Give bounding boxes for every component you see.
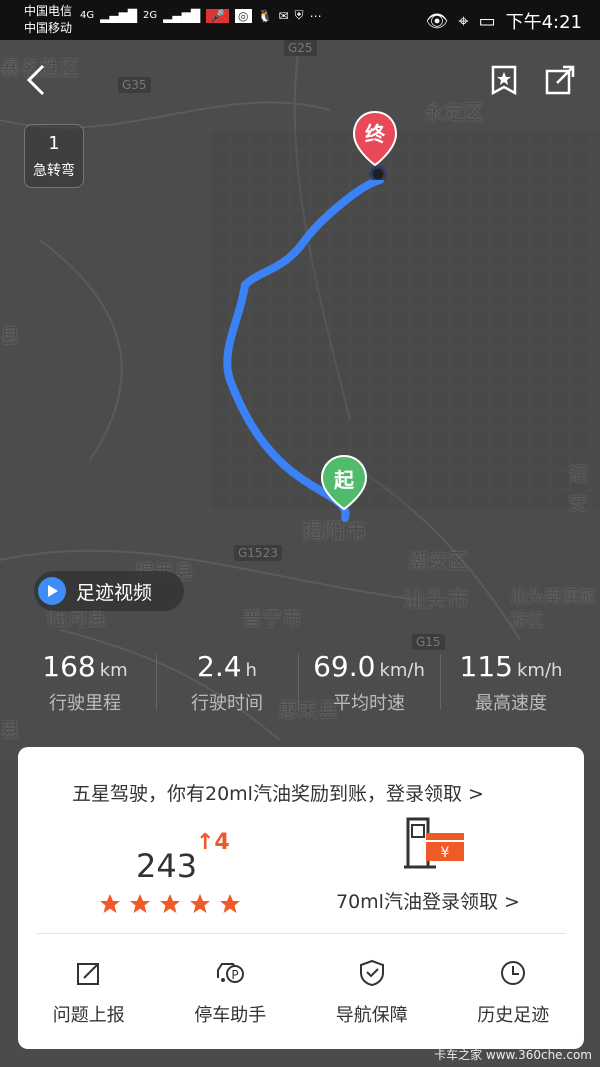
stat-unit: km/h xyxy=(379,660,425,681)
stat-duration: 2.4 h 行驶时间 xyxy=(156,650,298,715)
status-icons-right: 👁 ⌖ ▭ 下午4:21 xyxy=(426,8,582,34)
watermark: 卡车之家 www.360che.com xyxy=(434,1048,592,1062)
star-icon xyxy=(100,894,120,913)
turn-label: 急转弯 xyxy=(33,163,75,179)
svg-text:P: P xyxy=(232,968,239,982)
nav-guarantee-button[interactable]: 导航保障 xyxy=(301,957,443,1027)
stat-value: 69.0 xyxy=(313,650,376,683)
bookmark-star-icon xyxy=(491,65,517,95)
action-label: 导航保障 xyxy=(335,1005,408,1026)
end-marker-label: 终 xyxy=(365,122,385,146)
play-icon xyxy=(38,577,66,605)
clock-icon xyxy=(501,961,526,985)
share-icon xyxy=(545,65,575,95)
action-label: 问题上报 xyxy=(52,1005,125,1026)
place-label: 永定区 xyxy=(424,100,484,124)
network-2g: 2G xyxy=(143,10,158,21)
report-issue-button[interactable]: 问题上报 xyxy=(18,957,160,1027)
promo-link[interactable]: 五星驾驶，你有20ml汽油奖励到账，登录领取 > xyxy=(72,779,484,806)
sharp-turn-indicator[interactable]: 1 急转弯 xyxy=(24,124,84,188)
start-marker[interactable]: 起 xyxy=(320,454,368,524)
parking-icon: P xyxy=(217,963,245,983)
place-label: 普宁市 xyxy=(242,606,302,630)
divider xyxy=(36,933,566,934)
carrier-2: 中国移动 xyxy=(24,21,73,35)
road-badge: G1523 xyxy=(234,545,282,561)
star-icon xyxy=(220,894,240,913)
action-row: 问题上报 P 停车助手 导航保障 历史足迹 xyxy=(18,957,584,1027)
stat-distance: 168 km 行驶里程 xyxy=(14,650,156,715)
stat-label: 行驶里程 xyxy=(49,693,121,714)
start-marker-label: 起 xyxy=(334,468,354,492)
stat-label: 行驶时间 xyxy=(191,693,263,714)
svg-text:¥: ¥ xyxy=(441,845,450,861)
stat-value: 115 xyxy=(459,650,513,683)
score-change: ↑4 xyxy=(196,830,230,855)
eye-icon: 👁 xyxy=(425,10,449,32)
trip-video-label: 足迹视频 xyxy=(76,581,153,604)
trip-stats: 168 km 行驶里程 2.4 h 行驶时间 69.0 km/h 平均时速 115 km… xyxy=(0,650,600,715)
shield-icon xyxy=(359,959,384,987)
app-icon: ◎ xyxy=(235,8,252,23)
road-badge: G25 xyxy=(284,40,317,56)
star-rating xyxy=(98,892,242,916)
place-label: 县 xyxy=(0,324,20,348)
back-arrow-icon xyxy=(26,64,45,96)
location-icon: ⌖ xyxy=(458,10,469,32)
place-label: 潮安区 xyxy=(408,549,468,573)
star-icon xyxy=(130,894,150,913)
more-icon: ⋯ xyxy=(309,8,322,23)
carrier-1: 中国电信 xyxy=(24,4,73,18)
fuel-pump-icon[interactable]: ¥ xyxy=(402,817,466,875)
signal-icon: ▂▄▆█ xyxy=(100,8,138,23)
star-icon xyxy=(160,894,180,913)
road-badge: G15 xyxy=(412,634,445,650)
action-label: 历史足迹 xyxy=(477,1005,550,1026)
status-bar: 中国电信 中国移动 4G ▂▄▆█ 2G ▂▄▆█ 🎤 ◎ 🐧 ✉ ⛨ ⋯ 👁 … xyxy=(0,0,600,40)
share-button[interactable] xyxy=(540,60,580,100)
carrier-info: 中国电信 中国移动 xyxy=(24,3,72,37)
bookmark-button[interactable] xyxy=(484,60,524,100)
network-4g: 4G xyxy=(80,10,95,21)
edit-icon xyxy=(76,963,99,985)
stat-unit: km/h xyxy=(517,660,563,681)
fuel-claim-link[interactable]: 70ml汽油登录领取 > xyxy=(336,887,520,914)
stat-value: 168 xyxy=(42,650,96,683)
place-label: 诏安 xyxy=(568,462,588,515)
driving-score: 243 xyxy=(136,847,198,885)
place-label: 汕头南澳旅游区 xyxy=(510,587,595,631)
stat-label: 最高速度 xyxy=(475,693,547,714)
back-button[interactable] xyxy=(16,60,56,100)
place-label: 县 xyxy=(0,718,20,742)
battery-icon: ▭ xyxy=(478,10,496,32)
stat-unit: km xyxy=(99,660,128,681)
turn-count: 1 xyxy=(48,133,60,154)
bottom-card: 五星驾驶，你有20ml汽油奖励到账，登录领取 > 243 ↑4 ¥ 70ml汽油… xyxy=(18,747,584,1049)
stat-avg-speed: 69.0 km/h 平均时速 xyxy=(298,650,440,715)
road-badge: G35 xyxy=(118,77,151,93)
mic-icon: 🎤 xyxy=(206,8,230,23)
stat-max-speed: 115 km/h 最高速度 xyxy=(440,650,582,715)
trip-video-button[interactable]: 足迹视频 xyxy=(34,571,184,611)
wechat-icon: ✉ xyxy=(278,8,289,23)
end-marker[interactable]: 终 xyxy=(352,110,398,180)
qq-icon: 🐧 xyxy=(257,8,273,23)
status-icons-left: 4G ▂▄▆█ 2G ▂▄▆█ 🎤 ◎ 🐧 ✉ ⛨ ⋯ xyxy=(80,8,322,23)
history-tracks-button[interactable]: 历史足迹 xyxy=(443,957,585,1027)
action-label: 停车助手 xyxy=(194,1005,267,1026)
parking-assistant-button[interactable]: P 停车助手 xyxy=(160,957,302,1027)
stat-unit: h xyxy=(245,660,257,681)
stat-value: 2.4 xyxy=(197,650,242,683)
stat-label: 平均时速 xyxy=(333,693,405,714)
signal-icon-2: ▂▄▆█ xyxy=(163,8,201,23)
clock-text: 下午4:21 xyxy=(505,12,582,33)
place-label: 汕头市 xyxy=(403,588,470,613)
star-icon xyxy=(190,894,210,913)
shield-status-icon: ⛨ xyxy=(294,8,304,22)
